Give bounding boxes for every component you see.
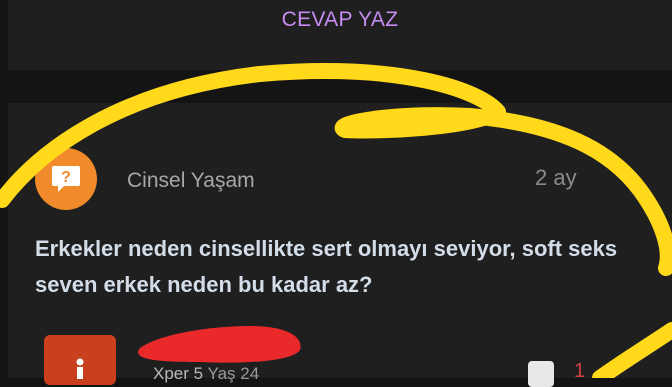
like-count: 1	[574, 360, 586, 382]
category-name[interactable]: Cinsel Yaşam	[127, 169, 255, 193]
answer-card: CEVAP YAZ	[8, 0, 672, 70]
question-title[interactable]: Erkekler neden cinsellikte sert olmayı s…	[35, 231, 635, 303]
user-level: Xper 5	[153, 364, 204, 383]
user-age: Yaş 24	[207, 364, 260, 383]
like-checkbox[interactable]	[528, 361, 554, 387]
question-bubble-icon: ?	[52, 166, 80, 192]
question-card[interactable]: ? Cinsel Yaşam 2 ay Erkekler neden cinse…	[8, 103, 672, 387]
write-answer-button[interactable]: CEVAP YAZ	[8, 8, 672, 32]
user-icon	[76, 358, 84, 379]
svg-text:?: ?	[61, 169, 71, 186]
answer-user-meta: Xper 5 Yaş 24	[153, 364, 259, 384]
category-avatar[interactable]: ?	[35, 148, 97, 210]
post-time: 2 ay	[535, 165, 577, 190]
